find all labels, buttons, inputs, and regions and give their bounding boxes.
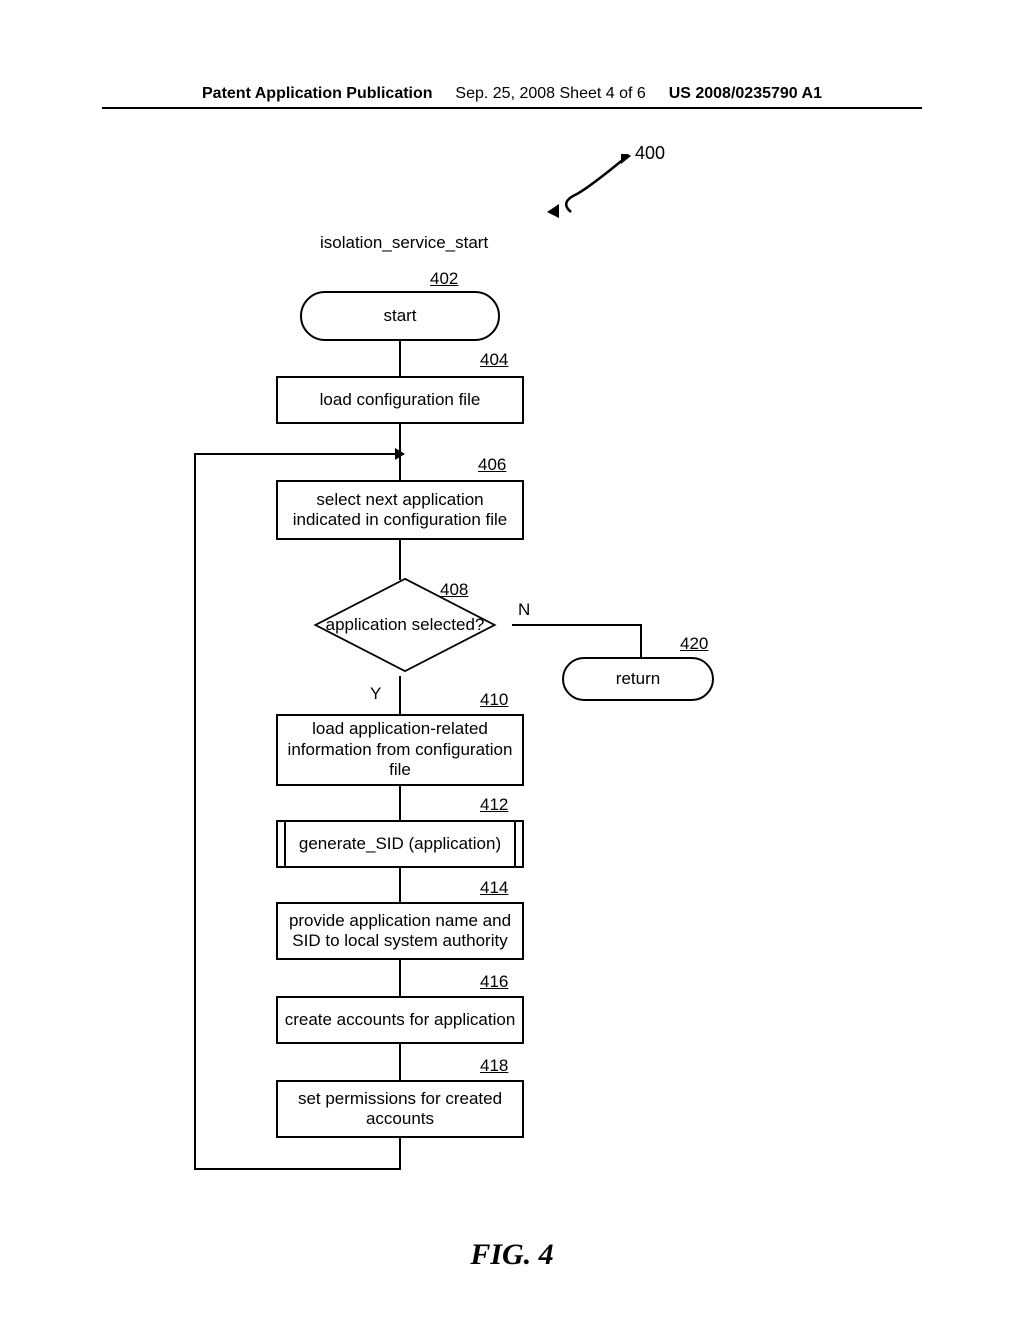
reference-410: 410 [480, 690, 508, 710]
connector-line [399, 676, 401, 714]
reference-402: 402 [430, 269, 458, 289]
process-select-next: select next application indicated in con… [276, 480, 524, 540]
connector-line [512, 624, 642, 626]
connector-line [399, 868, 401, 902]
subroutine-generate-sid: generate_SID (application) [276, 820, 524, 868]
connector-line [399, 1044, 401, 1080]
process-create-accounts: create accounts for application [276, 996, 524, 1044]
reference-418: 418 [480, 1056, 508, 1076]
connector-line [399, 341, 401, 376]
reference-414: 414 [480, 878, 508, 898]
process-load-config: load configuration file [276, 376, 524, 424]
figure-caption: FIG. 4 [0, 1238, 1024, 1272]
flowchart-diagram: 400 isolation_service_start 402 start 40… [0, 0, 1024, 1320]
process-load-info: load application-related information fro… [276, 714, 524, 786]
subroutine-title: isolation_service_start [320, 233, 488, 253]
reference-400: 400 [635, 143, 665, 164]
connector-line [194, 453, 400, 455]
connector-line [399, 960, 401, 996]
connector-line [399, 1138, 401, 1170]
process-set-permissions: set permissions for created accounts [276, 1080, 524, 1138]
start-terminal: start [300, 291, 500, 341]
process-provide-sid: provide application name and SID to loca… [276, 902, 524, 960]
reference-404: 404 [480, 350, 508, 370]
connector-line [194, 453, 196, 1170]
reference-420: 420 [680, 634, 708, 654]
decision-no-label: N [518, 600, 530, 620]
reference-406: 406 [478, 455, 506, 475]
decision-application-selected: application selected? [310, 570, 500, 680]
decision-yes-label: Y [370, 684, 381, 704]
decision-text: application selected? [326, 615, 485, 635]
reference-416: 416 [480, 972, 508, 992]
leader-arrow-icon [545, 154, 635, 222]
connector-line [399, 786, 401, 820]
return-terminal: return [562, 657, 714, 701]
connector-line [194, 1168, 401, 1170]
reference-412: 412 [480, 795, 508, 815]
connector-line [640, 624, 642, 657]
